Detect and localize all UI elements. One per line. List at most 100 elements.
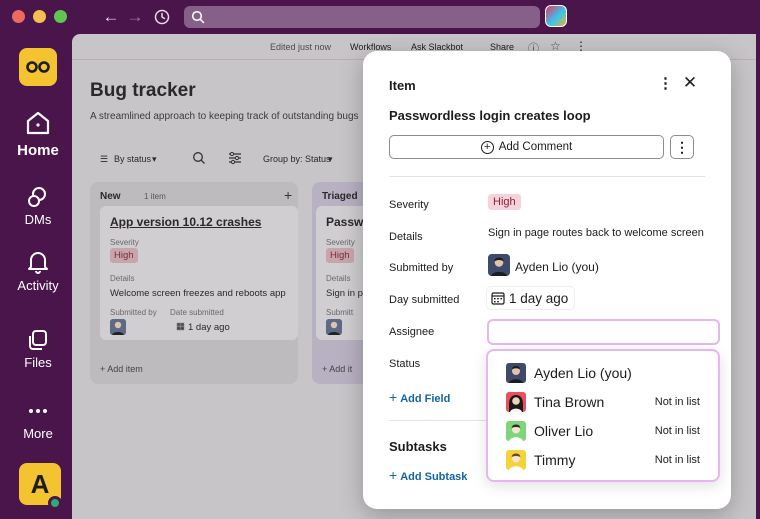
details-label: Details [389,231,423,243]
date-submitted-label: Date submitted [170,308,224,317]
submitted-by-label: Submitted by [110,308,157,317]
severity-badge[interactable]: High [488,194,521,210]
rail-item-activity[interactable]: Activity [0,250,76,293]
sliders-icon[interactable] [228,151,242,165]
option-name: Ayden Lio (you) [534,365,632,381]
rail-item-label: More [23,426,53,441]
modal-header: Item [389,78,416,93]
severity-badge: High [326,248,354,263]
more-options-button[interactable]: ⋮ [670,135,694,159]
rail-item-home[interactable]: Home [0,108,76,159]
rail-item-dms[interactable]: DMs [0,186,76,227]
avatar [506,392,526,412]
plus-icon: + [389,389,398,405]
assignee-dropdown: Ayden Lio (you) Tina Brown Not in list O… [486,349,720,482]
search-bar[interactable] [184,6,540,28]
minimize-window-button[interactable] [33,10,46,23]
not-in-list-note: Not in list [654,396,700,408]
column-title: New [100,191,121,202]
details-label: Details [110,274,135,283]
column-title: Triaged [322,191,358,202]
dropdown-option-ayden[interactable]: Ayden Lio (you) [488,359,718,387]
not-in-list-note: Not in list [654,454,700,466]
add-comment-label: Add Comment [498,141,573,153]
day-submitted-chip[interactable]: 1 day ago [487,287,575,309]
add-item-button[interactable]: + Add it [322,364,352,374]
home-icon [26,111,50,135]
option-name: Oliver Lio [534,423,594,439]
workspace-logo[interactable] [19,48,57,86]
add-field-button[interactable]: + Add Field [389,389,450,405]
item-title: Passwordless login creates loop [389,108,591,123]
date-submitted-value: 1 day ago [188,322,230,333]
plus-circle-icon: + [480,140,494,154]
help-avatar-icon[interactable] [545,5,567,27]
rail-item-label: DMs [24,212,52,227]
filter-icon[interactable]: ☰ [100,154,108,165]
by-status-button[interactable]: By status [114,154,151,164]
rail-item-label: Home [17,142,59,159]
close-window-button[interactable] [12,10,25,23]
add-subtask-button[interactable]: + Add Subtask [389,467,467,483]
presence-indicator [48,496,62,510]
day-submitted-label: Day submitted [389,294,460,306]
back-arrow-icon[interactable]: ← [100,6,122,28]
add-item-label: Add item [107,364,143,374]
page-title: Bug tracker [90,80,196,101]
calendar-icon: ▦ [176,321,185,332]
severity-label: Severity [389,199,429,211]
rail-item-label: Files [24,355,52,370]
forward-arrow-icon[interactable]: → [124,6,146,28]
status-label: Status [389,358,421,370]
chevron-down-icon: ▾ [328,154,333,164]
subtasks-title: Subtasks [389,439,447,454]
kebab-menu-icon[interactable]: ⋮ [658,74,673,94]
close-icon[interactable]: ✕ [680,73,700,93]
search-input[interactable] [210,6,530,28]
edited-status: Edited just now [270,42,332,52]
bell-icon [28,252,48,274]
page-description: A streamlined approach to keeping track … [90,111,359,122]
search-icon[interactable] [192,151,206,165]
avatar [488,254,510,276]
avatar [110,319,126,335]
avatar [506,450,526,470]
severity-label: Severity [326,238,355,247]
plus-icon: + [389,467,398,483]
column-count: 1 item [144,192,166,201]
not-in-list-note: Not in list [654,425,700,437]
maximize-window-button[interactable] [54,10,67,23]
dms-icon [28,187,46,207]
rail-item-more[interactable]: More [0,400,76,441]
details-value: Welcome screen freezes and reboots app [110,288,286,299]
add-item-label: Add it [329,364,353,374]
rail-item-label: Activity [17,278,59,293]
board-card[interactable]: App version 10.12 crashes Severity High … [100,206,298,340]
submitted-by-label: Submitt [326,308,354,317]
details-value[interactable]: Sign in page routes back to welcome scre… [488,227,704,239]
severity-badge: High [110,248,138,263]
card-title[interactable]: App version 10.12 crashes [110,215,261,229]
submitted-by-value: Ayden Lio (you) [515,260,599,274]
dropdown-option-tina[interactable]: Tina Brown Not in list [488,388,718,416]
add-comment-button[interactable]: + Add Comment [389,135,664,159]
board-column-new: New 1 item + App version 10.12 crashes S… [90,182,298,384]
left-rail: Home DMs Activity Files More A [0,34,76,519]
divider [389,176,705,177]
files-icon [29,330,47,350]
submitted-by-label: Submitted by [389,262,454,274]
option-name: Tina Brown [534,394,605,410]
assignee-input[interactable] [487,319,720,345]
search-icon [191,10,205,24]
more-icon [29,409,47,413]
group-by-button[interactable]: Group by: Status [263,154,331,164]
calendar-icon [491,292,505,305]
details-label: Details [326,274,351,283]
rail-item-files[interactable]: Files [0,329,76,370]
history-clock-icon[interactable] [151,6,173,28]
severity-label: Severity [110,238,139,247]
add-card-plus-icon[interactable]: + [284,187,292,203]
dropdown-option-timmy[interactable]: Timmy Not in list [488,446,718,474]
dropdown-option-oliver[interactable]: Oliver Lio Not in list [488,417,718,445]
add-item-button[interactable]: + Add item [100,364,143,374]
